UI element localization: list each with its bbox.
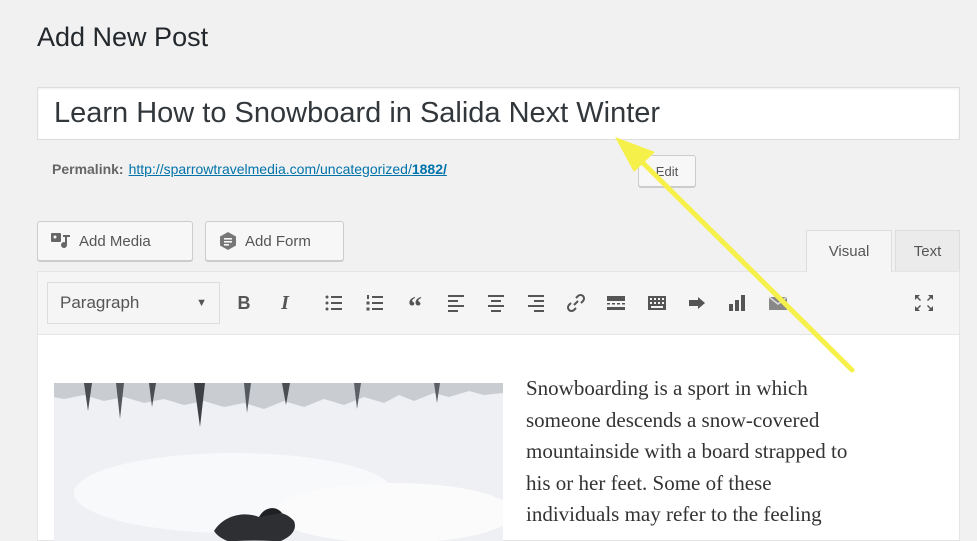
format-select[interactable]: Paragraph ▼ (47, 282, 220, 324)
permalink-url-base: http://sparrowtravelmedia.com/uncategori… (128, 161, 412, 177)
add-media-button[interactable]: Add Media (37, 221, 193, 261)
toolbar-toggle-icon[interactable] (641, 286, 673, 320)
snow-scene (54, 383, 503, 541)
permalink-row: Permalink: http://sparrowtravelmedia.com… (52, 161, 447, 177)
permalink-label: Permalink: (52, 161, 124, 177)
post-editor: Paragraph ▼ B I “ Snowboarding is a spor… (37, 271, 960, 541)
chart-icon[interactable] (721, 286, 753, 320)
align-right-icon[interactable] (520, 286, 552, 320)
read-more-icon[interactable] (600, 286, 632, 320)
form-icon (220, 232, 236, 250)
bulleted-list-icon[interactable] (318, 286, 350, 320)
bold-icon[interactable]: B (228, 286, 260, 320)
snowboarder-image[interactable] (54, 383, 503, 541)
format-select-value: Paragraph (60, 293, 140, 312)
add-media-label: Add Media (79, 232, 151, 250)
blockquote-icon[interactable]: “ (399, 286, 431, 322)
fullscreen-icon[interactable] (908, 286, 940, 320)
link-icon[interactable] (560, 286, 592, 320)
mail-icon[interactable] (762, 286, 794, 320)
numbered-list-icon[interactable] (359, 286, 391, 320)
permalink-slug: 1882/ (411, 161, 447, 177)
body-line: Snowboarding is a sport in which (526, 376, 808, 400)
plugin-icon[interactable] (681, 286, 713, 320)
editor-toolbar: Paragraph ▼ B I “ (38, 272, 959, 335)
align-center-icon[interactable] (480, 286, 512, 320)
add-form-label: Add Form (245, 232, 311, 250)
body-line: individuals may refer to the feeling (526, 502, 822, 526)
body-line: someone descends a snow-covered (526, 407, 820, 432)
page-title: Add New Post (37, 22, 209, 52)
edit-permalink-button[interactable]: Edit (638, 155, 696, 187)
chevron-down-icon: ▼ (196, 297, 207, 309)
align-left-icon[interactable] (440, 286, 472, 320)
editor-content[interactable]: Snowboarding is a sport in which someone… (38, 335, 959, 541)
add-form-button[interactable]: Add Form (205, 221, 344, 261)
italic-icon[interactable]: I (269, 286, 301, 320)
permalink-link[interactable]: http://sparrowtravelmedia.com/uncategori… (129, 161, 447, 177)
media-icon (51, 233, 70, 249)
tab-visual[interactable]: Visual (806, 230, 892, 272)
post-body-text[interactable]: Snowboarding is a sport in which someone… (526, 373, 956, 531)
body-line: mountainside with a board strapped to (526, 439, 848, 463)
body-line: his or her feet. Some of these (526, 470, 772, 495)
post-title-input[interactable] (37, 87, 960, 140)
tab-text[interactable]: Text (895, 230, 960, 271)
